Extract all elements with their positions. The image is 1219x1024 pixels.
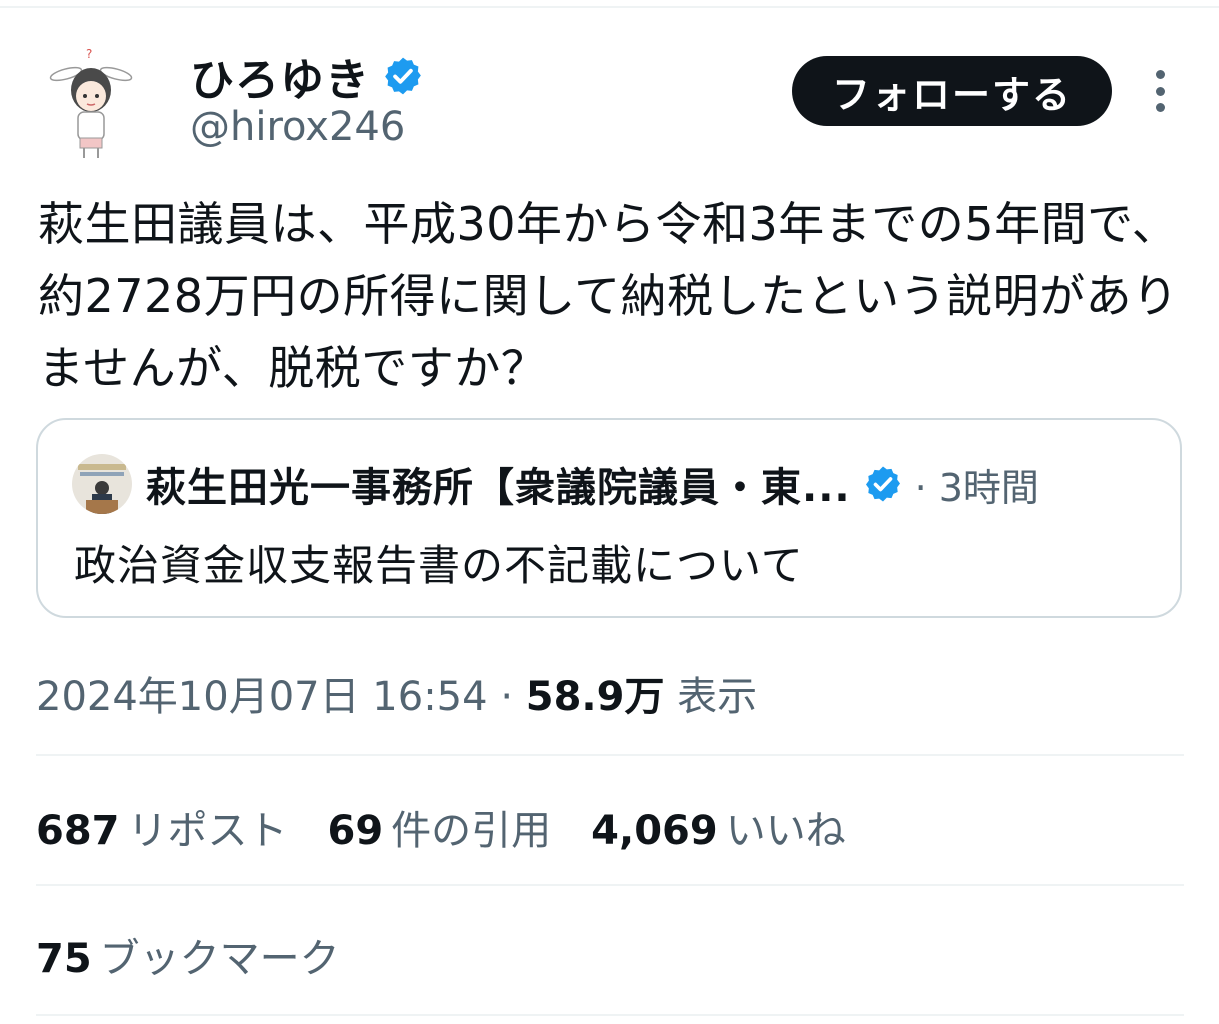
quoted-tweet-time[interactable]: · 3時間: [915, 457, 1039, 512]
reposts-label: リポスト: [127, 808, 288, 854]
more-vertical-icon[interactable]: [1148, 70, 1172, 112]
reposts-count: 687: [36, 808, 120, 854]
more-dot: [1155, 70, 1165, 79]
tweet-timestamp[interactable]: 2024年10月07日 16:54: [36, 674, 488, 720]
divider: [36, 884, 1184, 886]
meta-separator: ·: [500, 674, 514, 720]
bookmarks-stat[interactable]: 75 ブックマーク: [36, 926, 340, 984]
engagement-stats: 687 リポスト 69 件の引用 4,069 いいね: [36, 798, 846, 856]
likes-count: 4,069: [591, 808, 718, 854]
views-label: 表示: [677, 674, 758, 720]
divider: [36, 1014, 1184, 1016]
author-display-name[interactable]: ひろゆき: [190, 44, 370, 108]
quoted-tweet-text: 政治資金収支報告書の不記載について: [74, 541, 804, 590]
more-dot: [1155, 103, 1165, 112]
verified-badge-icon[interactable]: [382, 55, 424, 97]
divider: [36, 754, 1184, 756]
bookmarks-count: 75: [36, 936, 92, 982]
quoted-author-avatar[interactable]: [72, 454, 132, 514]
author-handle[interactable]: @hirox246: [190, 104, 405, 150]
tweet-meta: 2024年10月07日 16:54 · 58.9万 表示: [36, 664, 757, 722]
author-name-row[interactable]: ひろゆき: [190, 44, 424, 108]
reposts-stat[interactable]: 687 リポスト: [36, 798, 288, 856]
quotes-stat[interactable]: 69 件の引用: [328, 798, 552, 856]
likes-label: いいね: [725, 808, 846, 854]
follow-button[interactable]: フォローする: [792, 56, 1112, 126]
author-avatar[interactable]: ?: [44, 44, 136, 162]
tweet-text: 萩生田議員は、平成30年から令和3年までの5年間で、約2728万円の所得に関して…: [38, 197, 1179, 395]
quoted-author-name[interactable]: 萩生田光一事務所【衆議院議員・東...: [146, 455, 851, 513]
tweet-detail: ? ひろゆき @hirox246 フォローする 萩生田議員は、平成30年から令和…: [0, 0, 1219, 1024]
quoted-author-row[interactable]: 萩生田光一事務所【衆議院議員・東... · 3時間: [146, 454, 1039, 514]
quoted-tweet-card[interactable]: 萩生田光一事務所【衆議院議員・東... · 3時間 政治資金収支報告書の不記載に…: [36, 418, 1182, 618]
quotes-label: 件の引用: [391, 808, 552, 854]
quotes-count: 69: [327, 808, 384, 854]
bookmarks-label: ブックマーク: [99, 936, 340, 982]
likes-stat[interactable]: 4,069 いいね: [591, 798, 846, 856]
svg-text:?: ?: [86, 47, 92, 61]
views-count: 58.9万: [525, 674, 665, 720]
more-dot: [1155, 86, 1165, 96]
verified-badge-icon: [865, 466, 900, 502]
